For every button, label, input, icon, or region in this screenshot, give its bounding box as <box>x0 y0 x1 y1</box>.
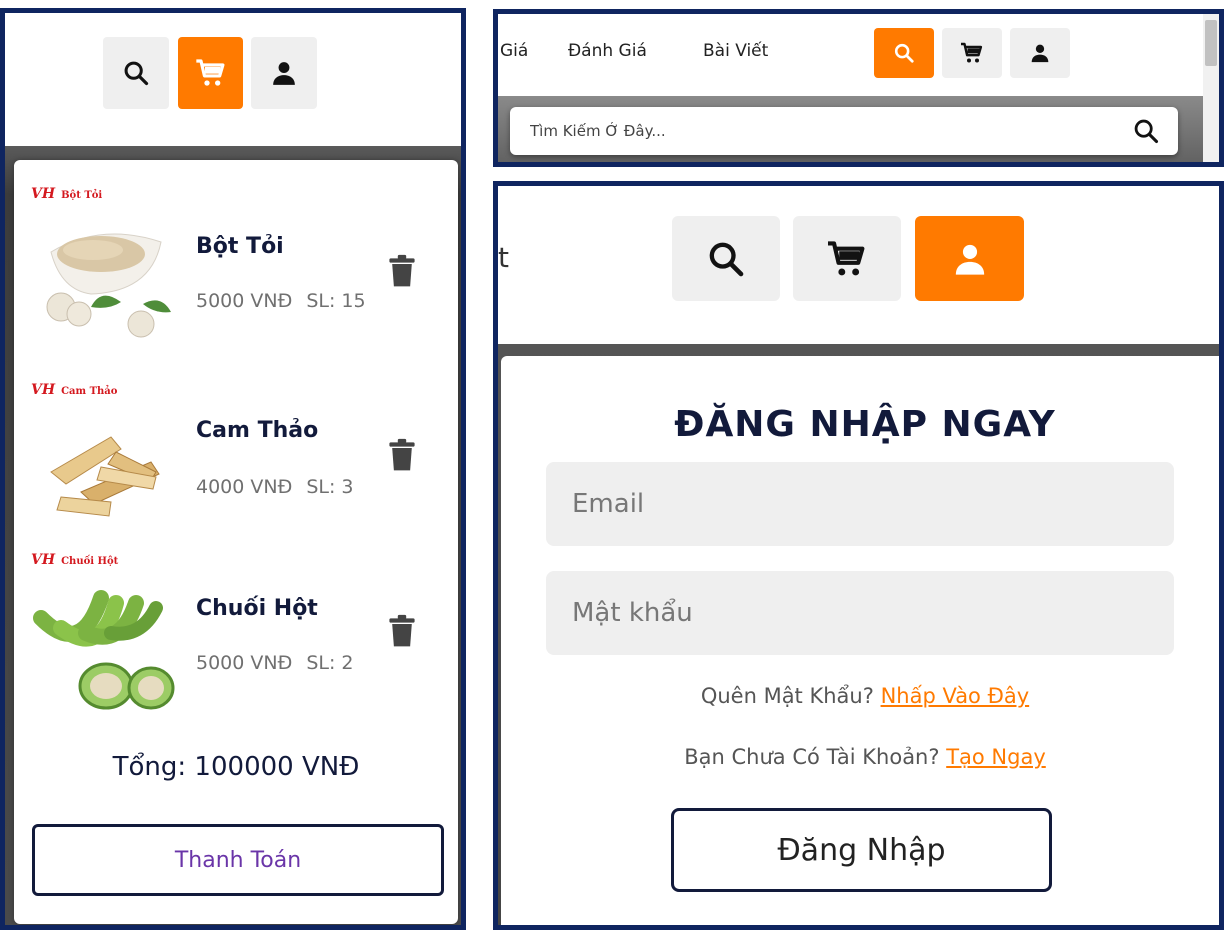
login-form: ĐĂNG NHẬP NGAY Quên Mật Khẩu? Nhấp Vào Đ… <box>501 356 1219 925</box>
header-bar <box>5 13 461 146</box>
cart-button[interactable] <box>793 216 901 301</box>
user-button[interactable] <box>915 216 1024 301</box>
cart-item: VH Cam Thảo Cam Thảo 4000 VNĐ SL: 3 <box>26 382 446 552</box>
cart-total: Tổng: 100000 VNĐ <box>112 752 360 782</box>
search-icon <box>894 43 914 63</box>
nav-link-fragment[interactable]: t <box>498 241 509 274</box>
product-image: VH Bột Tỏi <box>31 186 181 346</box>
login-button[interactable]: Đăng Nhập <box>671 808 1052 892</box>
user-button[interactable] <box>1010 28 1070 78</box>
item-price-qty: 4000 VNĐ SL: 3 <box>196 476 354 498</box>
trash-icon <box>389 254 415 287</box>
search-button[interactable] <box>672 216 780 301</box>
password-field[interactable] <box>546 571 1174 655</box>
product-image: VH Cam Thảo <box>31 382 181 542</box>
remove-item-button[interactable] <box>388 438 416 476</box>
user-icon <box>955 244 984 275</box>
brand-logo: VH Cam Thảo <box>31 382 118 398</box>
cart-icon <box>195 59 224 86</box>
cart-icon <box>961 42 983 63</box>
scrollbar-thumb[interactable] <box>1205 20 1217 66</box>
cart-button[interactable] <box>942 28 1002 78</box>
search-icon <box>709 242 744 276</box>
nav-link-reviews[interactable]: Đánh Giá <box>568 41 647 61</box>
login-panel: t ĐĂNG NHẬP NGAY Quên Mật Khẩu? Nhấp Vào… <box>493 181 1224 930</box>
search-button[interactable] <box>103 37 169 109</box>
login-title: ĐĂNG NHẬP NGAY <box>674 404 1056 445</box>
user-icon <box>273 62 295 85</box>
user-button[interactable] <box>251 37 317 109</box>
nav-link-price[interactable]: Giá <box>500 41 528 61</box>
trash-icon <box>389 614 415 647</box>
header-bar: t <box>498 186 1219 344</box>
search-bar <box>510 107 1178 155</box>
nav-link-articles[interactable]: Bài Viết <box>703 41 768 61</box>
item-name: Bột Tỏi <box>196 234 284 259</box>
forgot-password-line: Quên Mật Khẩu? Nhấp Vào Đây <box>700 684 1030 708</box>
search-input[interactable] <box>530 107 1090 155</box>
cart-panel: VH Bột Tỏi Bột Tỏi 5000 VNĐ SL: 15 VH Ca… <box>0 8 466 930</box>
cart-icon <box>828 240 865 275</box>
item-price-qty: 5000 VNĐ SL: 2 <box>196 652 354 674</box>
checkout-button[interactable]: Thanh Toán <box>32 824 444 896</box>
header-bar: Giá Đánh Giá Bài Viết <box>498 14 1219 96</box>
brand-logo: VH Bột Tỏi <box>31 186 103 202</box>
remove-item-button[interactable] <box>388 614 416 652</box>
cart-item: VH Bột Tỏi Bột Tỏi 5000 VNĐ SL: 15 <box>26 186 446 356</box>
search-button[interactable] <box>874 28 934 78</box>
cart-button[interactable] <box>178 37 243 109</box>
signup-link[interactable]: Tạo Ngay <box>946 745 1046 769</box>
search-panel: Giá Đánh Giá Bài Viết <box>493 9 1224 167</box>
search-submit-button[interactable] <box>1132 117 1160 149</box>
trash-icon <box>389 438 415 471</box>
signup-line: Bạn Chưa Có Tài Khoản? Tạo Ngay <box>684 745 1046 769</box>
search-icon <box>1134 119 1159 144</box>
item-name: Cam Thảo <box>196 418 319 443</box>
forgot-password-link[interactable]: Nhấp Vào Đây <box>881 684 1030 708</box>
search-icon <box>124 61 149 86</box>
cart-item: VH Chuối Hột Chuối Hột 5000 VNĐ SL: 2 <box>26 552 446 722</box>
brand-logo: VH Chuối Hột <box>31 552 119 568</box>
item-name: Chuối Hột <box>196 596 318 621</box>
email-field[interactable] <box>546 462 1174 546</box>
item-price-qty: 5000 VNĐ SL: 15 <box>196 290 366 312</box>
scrollbar[interactable] <box>1203 14 1219 162</box>
remove-item-button[interactable] <box>388 254 416 292</box>
cart-dropdown: VH Bột Tỏi Bột Tỏi 5000 VNĐ SL: 15 VH Ca… <box>14 160 458 924</box>
user-icon <box>1031 44 1049 63</box>
product-image: VH Chuối Hột <box>31 552 181 712</box>
